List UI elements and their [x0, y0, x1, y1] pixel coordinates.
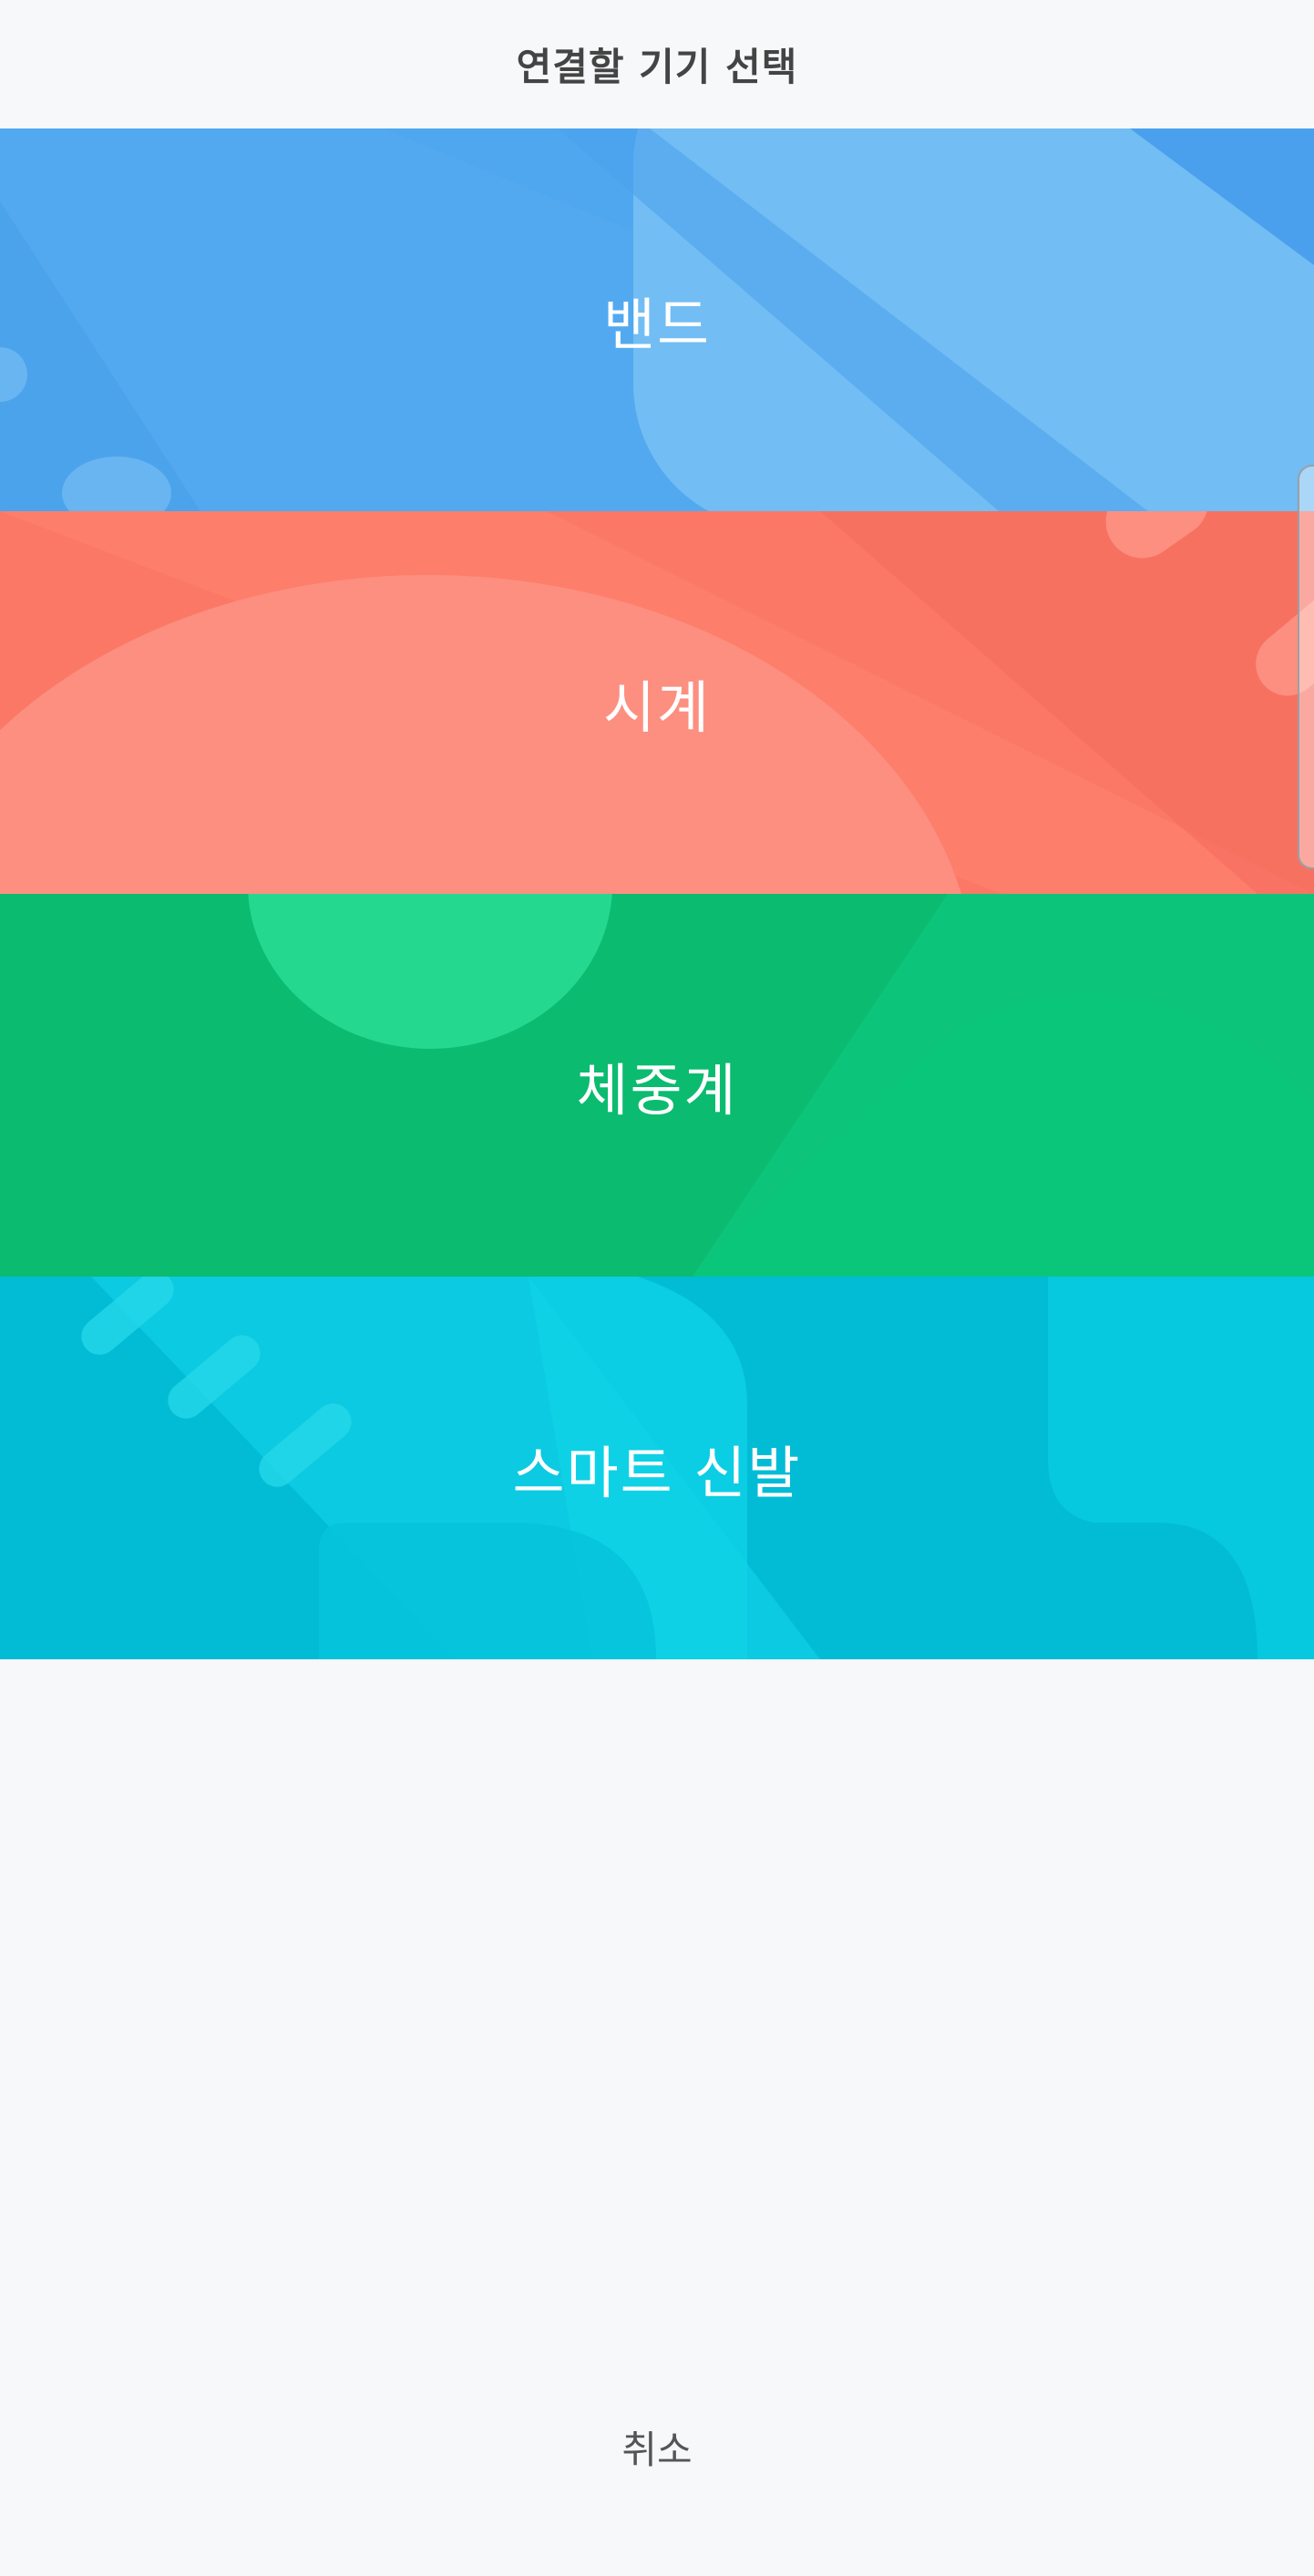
- device-option-band[interactable]: 밴드: [0, 128, 1314, 511]
- device-label-watch: 시계: [602, 674, 712, 741]
- device-option-smart-shoes[interactable]: 스마트 신발: [0, 1277, 1314, 1659]
- device-option-watch[interactable]: 시계: [0, 511, 1314, 894]
- device-label-band: 밴드: [602, 292, 712, 358]
- edge-panel-handle[interactable]: [1298, 465, 1314, 869]
- device-label-scale: 체중계: [576, 1057, 738, 1124]
- cancel-button[interactable]: 취소: [0, 2387, 1314, 2506]
- dialog-header: 연결할 기기 선택: [0, 0, 1314, 128]
- dialog-title: 연결할 기기 선택: [516, 45, 798, 89]
- device-label-smart-shoes: 스마트 신발: [512, 1440, 802, 1506]
- cancel-label: 취소: [621, 2427, 693, 2472]
- device-option-scale[interactable]: 체중계: [0, 894, 1314, 1277]
